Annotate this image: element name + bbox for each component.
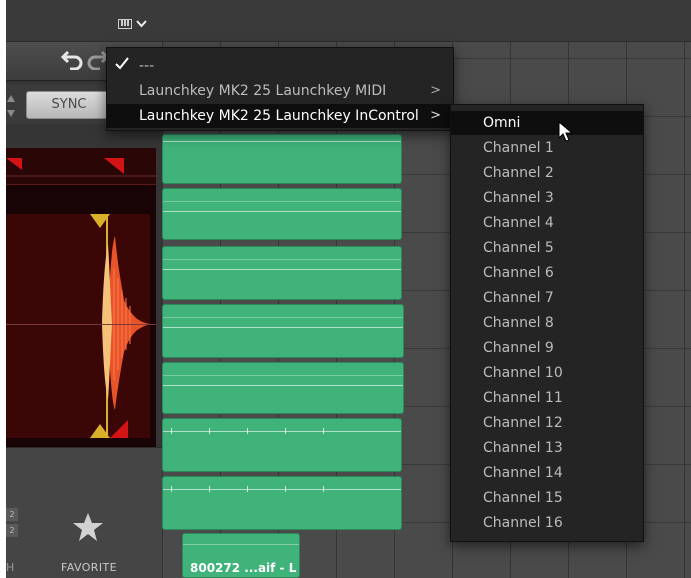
audio-region[interactable] [162, 418, 402, 472]
menu-item-launchkey-incontrol[interactable]: Launchkey MK2 25 Launchkey InControl > [107, 104, 453, 128]
menu-item-none[interactable]: --- [107, 54, 453, 78]
channel-menu-item-label: Channel 11 [483, 390, 563, 406]
audio-region[interactable] [162, 476, 402, 530]
audio-region-labeled[interactable]: 800272 ...aif - L [182, 533, 300, 578]
channel-menu-item-label: Channel 2 [483, 165, 554, 181]
audio-region[interactable] [162, 362, 404, 414]
browser-footer: 2 2 H FAVORITE [6, 447, 162, 578]
badge: 2 [6, 508, 18, 521]
checkmark-icon [115, 54, 129, 78]
channel-menu-item-label: Channel 6 [483, 265, 554, 281]
channel-menu-item-label: Channel 4 [483, 215, 554, 231]
channel-menu-item-label: Channel 1 [483, 140, 554, 156]
audio-region[interactable] [162, 188, 402, 240]
menu-item-label: --- [139, 58, 155, 74]
top-toolbar [6, 0, 691, 42]
channel-menu-item-label: Channel 14 [483, 465, 563, 481]
channel-menu-item[interactable]: Channel 8 [451, 311, 643, 335]
audio-waveform [6, 214, 156, 438]
undo-icon[interactable] [60, 48, 84, 76]
channel-menu-item-label: Channel 9 [483, 340, 554, 356]
submenu-arrow-icon: > [430, 108, 441, 123]
chevron-down-icon [136, 18, 147, 31]
channel-menu-item[interactable]: Channel 12 [451, 411, 643, 435]
channel-menu-item[interactable]: Channel 15 [451, 486, 643, 510]
menu-item-label: Launchkey MK2 25 Launchkey InControl [139, 108, 419, 124]
piano-keyboard-icon [118, 19, 132, 29]
star-icon[interactable] [72, 512, 104, 548]
channel-menu-item-label: Channel 5 [483, 240, 554, 256]
midi-device-menu: --- Launchkey MK2 25 Launchkey MIDI > La… [106, 47, 454, 131]
channel-menu-item[interactable]: Channel 4 [451, 211, 643, 235]
channel-submenu: Omni Channel 1 Channel 2 Channel 3 Channel 4… [450, 104, 644, 542]
region-name: 800272 ...aif - L [190, 561, 297, 575]
side-label: H [6, 561, 15, 574]
favorite-label[interactable]: FAVORITE [36, 561, 142, 574]
menu-item-label: Launchkey MK2 25 Launchkey MIDI [139, 83, 387, 99]
channel-menu-item-label: Channel 10 [483, 365, 563, 381]
channel-menu-item[interactable]: Channel 6 [451, 261, 643, 285]
channel-menu-item-label: Omni [483, 115, 521, 131]
channel-menu-item-label: Channel 12 [483, 415, 563, 431]
midi-input-toggle[interactable] [118, 11, 158, 37]
channel-menu-item[interactable]: Channel 10 [451, 361, 643, 385]
submenu-arrow-icon: > [430, 83, 441, 98]
audio-region[interactable] [162, 246, 402, 300]
sample-waveform-display[interactable] [6, 148, 156, 448]
channel-menu-item-label: Channel 8 [483, 315, 554, 331]
channel-menu-item[interactable]: Channel 13 [451, 436, 643, 460]
channel-menu-item[interactable]: Channel 14 [451, 461, 643, 485]
sync-button[interactable]: SYNC [26, 91, 112, 119]
tempo-stepper[interactable] [6, 92, 16, 120]
channel-menu-item[interactable]: Channel 5 [451, 236, 643, 260]
channel-menu-item[interactable]: Channel 16 [451, 511, 643, 535]
channel-menu-item[interactable]: Channel 2 [451, 161, 643, 185]
channel-menu-item[interactable]: Channel 3 [451, 186, 643, 210]
channel-menu-item-label: Channel 15 [483, 490, 563, 506]
audio-region[interactable] [162, 304, 404, 358]
badge: 2 [6, 524, 18, 537]
audio-region[interactable] [162, 134, 402, 184]
channel-menu-item-label: Channel 7 [483, 290, 554, 306]
channel-menu-item[interactable]: Channel 7 [451, 286, 643, 310]
daw-window: SYNC 2 2 H FAVORITE 800272 ...aif - L --… [6, 0, 691, 578]
mouse-cursor-icon [558, 120, 574, 147]
channel-menu-item[interactable]: Channel 9 [451, 336, 643, 360]
channel-menu-item-label: Channel 3 [483, 190, 554, 206]
channel-menu-item-label: Channel 13 [483, 440, 563, 456]
menu-item-launchkey-midi[interactable]: Launchkey MK2 25 Launchkey MIDI > [107, 79, 453, 103]
channel-menu-item[interactable]: Channel 1 [451, 136, 643, 160]
channel-menu-item-label: Channel 16 [483, 515, 563, 531]
channel-menu-item[interactable]: Channel 11 [451, 386, 643, 410]
channel-menu-item[interactable]: Omni [451, 111, 643, 135]
